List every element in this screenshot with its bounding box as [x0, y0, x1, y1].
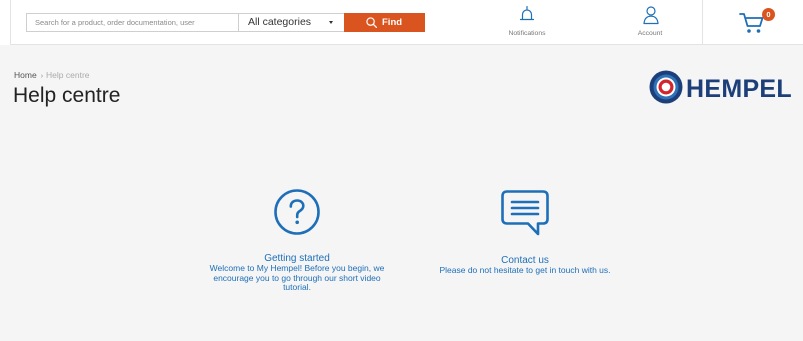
chat-bubble-icon — [501, 190, 549, 236]
hempel-logo-mark-icon — [649, 70, 683, 104]
search-icon — [366, 17, 377, 28]
notifications-label: Notifications — [508, 30, 546, 37]
breadcrumb-current: Help centre — [46, 70, 90, 80]
breadcrumb: Home › Help centre — [14, 70, 90, 80]
find-button-label: Find — [382, 17, 403, 28]
page-title: Help centre — [13, 84, 121, 107]
notifications-button[interactable]: Notifications — [487, 0, 567, 44]
account-button[interactable]: Account — [610, 0, 690, 44]
breadcrumb-home-link[interactable]: Home — [14, 70, 37, 80]
help-centre-page: All categories Find Notifications Acc — [0, 0, 803, 341]
find-button[interactable]: Find — [344, 13, 425, 32]
chevron-down-icon — [329, 21, 333, 24]
getting-started-description: Welcome to My Hempel! Before you begin, … — [209, 263, 385, 292]
account-label: Account — [637, 30, 663, 37]
bell-icon — [519, 6, 535, 21]
cart-count-badge: 0 — [762, 8, 775, 21]
category-select-value: All categories — [248, 16, 312, 28]
hempel-logo-text: HEMPEL — [686, 75, 792, 103]
contact-us-card[interactable]: Contact us Please do not hesitate to get… — [430, 188, 620, 276]
top-header: All categories Find Notifications Acc — [0, 0, 803, 45]
header-divider — [10, 0, 11, 45]
question-circle-icon — [274, 189, 320, 235]
user-icon — [643, 6, 659, 25]
contact-us-description: Please do not hesitate to get in touch w… — [439, 265, 611, 275]
getting-started-card[interactable]: Getting started Welcome to My Hempel! Be… — [202, 188, 392, 293]
cart-button[interactable]: 0 — [702, 0, 803, 44]
search-input[interactable] — [26, 13, 238, 32]
hempel-logo: HEMPEL — [648, 69, 803, 109]
category-select[interactable]: All categories — [238, 13, 344, 32]
header-bottom-divider — [10, 44, 803, 45]
breadcrumb-separator: › — [40, 73, 44, 80]
